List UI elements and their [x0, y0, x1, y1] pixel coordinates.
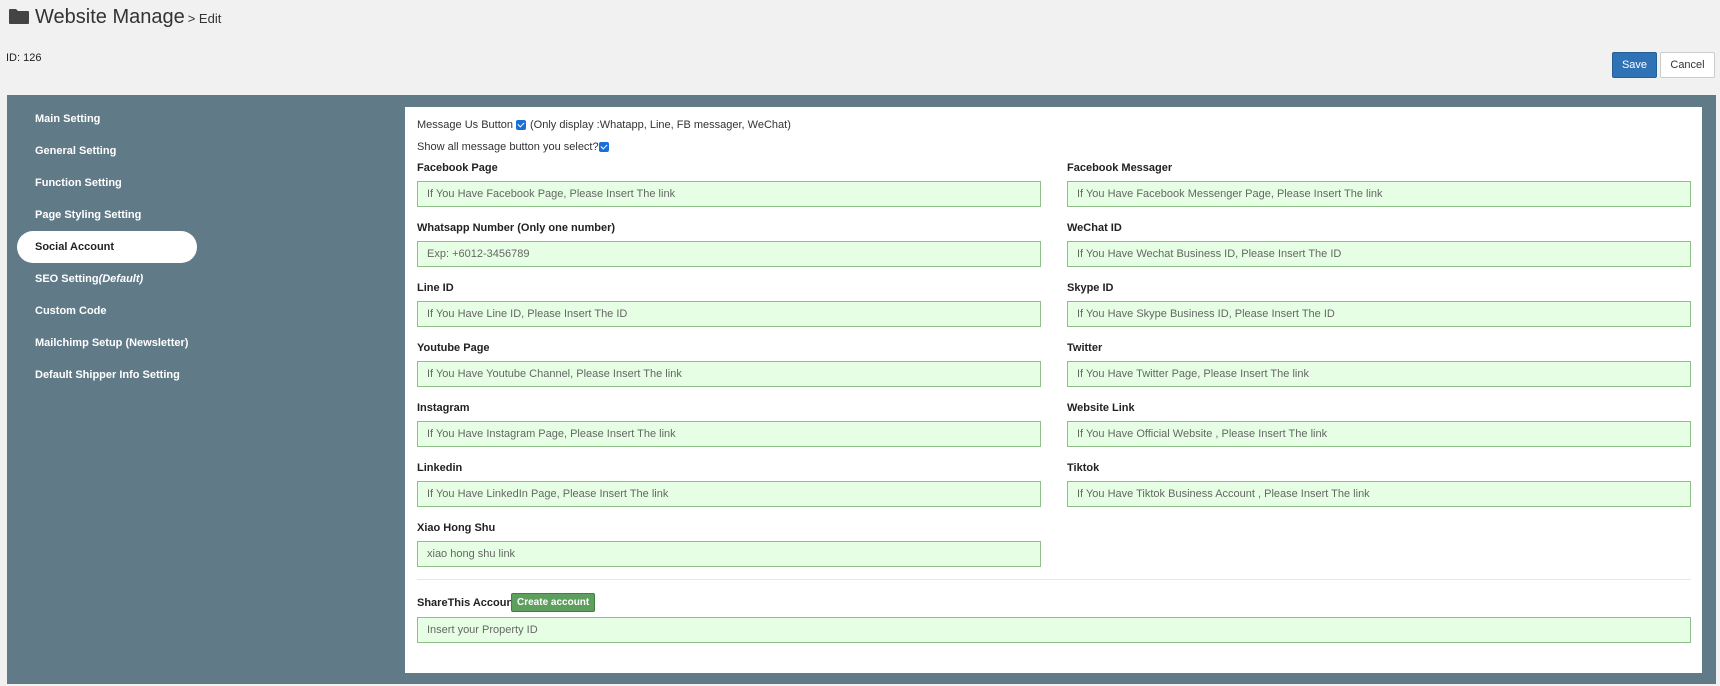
instagram-input[interactable]	[417, 421, 1041, 447]
message-us-label: Message Us Button	[417, 119, 513, 131]
sidebar-item-label: Mailchimp Setup (Newsletter)	[35, 337, 189, 349]
youtube-label: Youtube Page	[417, 342, 490, 354]
record-id: ID: 126	[6, 52, 42, 64]
wechat-label: WeChat ID	[1067, 222, 1122, 234]
message-us-checkbox[interactable]	[516, 120, 526, 130]
sidebar-item-label: Default Shipper Info Setting	[35, 369, 180, 381]
show-all-row: Show all message button you select?	[417, 141, 613, 153]
sidebar-item-label: Social Account	[35, 241, 115, 253]
show-all-label: Show all message button you select?	[417, 141, 599, 153]
save-button[interactable]: Save	[1612, 52, 1657, 78]
cancel-button[interactable]: Cancel	[1660, 52, 1715, 78]
sidebar-item-label: General Setting	[35, 145, 117, 157]
sidebar-item-general-setting[interactable]: General Setting	[17, 135, 197, 167]
tiktok-input[interactable]	[1067, 481, 1691, 507]
linkedin-input[interactable]	[417, 481, 1041, 507]
sidebar-item-mailchimp-setup[interactable]: Mailchimp Setup (Newsletter)	[17, 327, 197, 359]
create-account-button[interactable]: Create account	[511, 593, 596, 612]
facebook-page-label: Facebook Page	[417, 162, 498, 174]
sidebar-item-label: Main Setting	[35, 113, 101, 125]
page-title: Website Manage	[35, 6, 185, 28]
youtube-input[interactable]	[417, 361, 1041, 387]
page-subtitle: > Edit	[187, 11, 222, 26]
settings-panel: Main Setting General Setting Function Se…	[7, 95, 1716, 684]
sidebar-item-label: Page Styling Setting	[35, 209, 142, 221]
sidebar-item-function-setting[interactable]: Function Setting	[17, 167, 197, 199]
website-link-input[interactable]	[1067, 421, 1691, 447]
whatsapp-input[interactable]	[417, 241, 1041, 267]
twitter-input[interactable]	[1067, 361, 1691, 387]
sidebar-item-main-setting[interactable]: Main Setting	[17, 103, 197, 135]
sharethis-label: ShareThis Account	[417, 597, 517, 609]
xiao-hong-shu-label: Xiao Hong Shu	[417, 522, 496, 534]
facebook-page-input[interactable]	[417, 181, 1041, 207]
sidebar-item-custom-code[interactable]: Custom Code	[17, 295, 197, 327]
folder-icon	[8, 8, 30, 24]
line-input[interactable]	[417, 301, 1041, 327]
sidebar-item-social-account[interactable]: Social Account	[17, 231, 197, 263]
message-us-row: Message Us Button (Only display :Whatapp…	[417, 119, 791, 131]
sidebar-item-page-styling-setting[interactable]: Page Styling Setting	[17, 199, 197, 231]
sidebar-item-label: SEO Setting	[35, 273, 99, 285]
sidebar-item-suffix: (Default)	[98, 273, 144, 285]
xiao-hong-shu-input[interactable]	[417, 541, 1041, 567]
facebook-messager-input[interactable]	[1067, 181, 1691, 207]
social-account-form: Message Us Button (Only display :Whatapp…	[405, 107, 1702, 673]
linkedin-label: Linkedin	[417, 462, 463, 474]
skype-label: Skype ID	[1067, 282, 1114, 294]
section-divider	[417, 579, 1691, 580]
sidebar-item-default-shipper-info[interactable]: Default Shipper Info Setting	[17, 359, 197, 391]
facebook-messager-label: Facebook Messager	[1067, 162, 1173, 174]
sidebar-item-label: Custom Code	[35, 305, 107, 317]
tiktok-label: Tiktok	[1067, 462, 1100, 474]
website-link-label: Website Link	[1067, 402, 1135, 414]
line-label: Line ID	[417, 282, 454, 294]
whatsapp-label: Whatsapp Number (Only one number)	[417, 222, 616, 234]
sharethis-property-id-input[interactable]	[417, 617, 1691, 643]
wechat-input[interactable]	[1067, 241, 1691, 267]
sidebar-item-label: Function Setting	[35, 177, 122, 189]
instagram-label: Instagram	[417, 402, 470, 414]
page-header: Website Manage > Edit	[8, 6, 221, 29]
settings-sidebar: Main Setting General Setting Function Se…	[17, 103, 197, 391]
twitter-label: Twitter	[1067, 342, 1103, 354]
message-us-note: (Only display :Whatapp, Line, FB message…	[530, 119, 791, 131]
sidebar-item-seo-setting[interactable]: SEO Setting(Default)	[17, 263, 197, 295]
show-all-checkbox[interactable]	[598, 142, 609, 152]
skype-input[interactable]	[1067, 301, 1691, 327]
